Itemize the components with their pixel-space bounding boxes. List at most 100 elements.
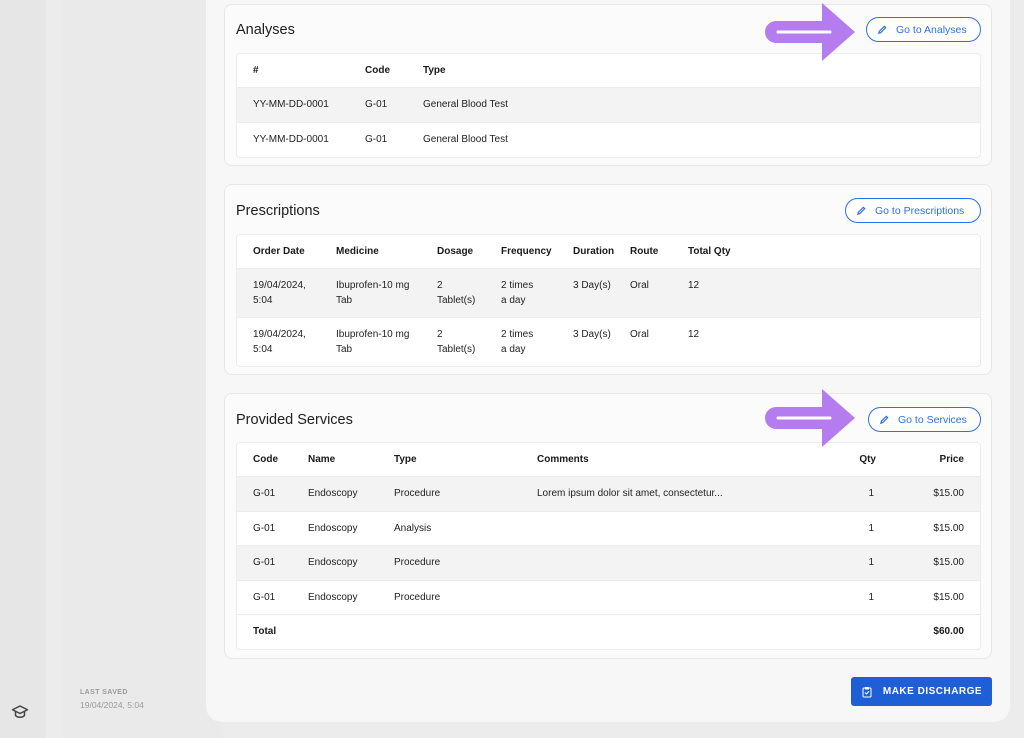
cell-frequency-line1: 2 times — [501, 280, 534, 291]
table-row[interactable]: G-01 Endoscopy Procedure 1 $15.00 — [237, 581, 980, 615]
cell-price: $15.00 — [933, 523, 964, 534]
table-row[interactable]: YY-MM-DD-0001 G-01 General Blood Test — [237, 88, 980, 123]
cell-order-date: 19/04/2024, 5:04 — [253, 279, 306, 308]
header-frequency: Frequency — [501, 246, 552, 257]
go-to-analyses-label: Go to Analyses — [896, 23, 967, 36]
cell-qty: 1 — [868, 557, 874, 568]
header-total-qty: Total Qty — [688, 246, 731, 257]
table-row[interactable]: 19/04/2024, 5:04 Ibuprofen-10 mg Tab 2 Tabl… — [237, 269, 980, 318]
cell-qty: 1 — [868, 488, 874, 499]
cell-type: Procedure — [394, 592, 441, 603]
table-row[interactable]: G-01 Endoscopy Procedure Lorem ipsum dol… — [237, 477, 980, 512]
cell-dosage: 2 Tablet(s) — [437, 328, 475, 357]
cell-name: Endoscopy — [308, 523, 358, 534]
services-section: Provided Services Go to Services Code Na… — [224, 393, 992, 659]
header-route: Route — [630, 246, 659, 257]
analyses-title: Analyses — [236, 22, 295, 38]
cell-name: Endoscopy — [308, 557, 358, 568]
cell-comments: Lorem ipsum dolor sit amet, consectetur.… — [537, 488, 723, 499]
cell-qty: 1 — [868, 592, 874, 603]
purple-arrow-icon — [765, 389, 855, 447]
cell-dosage-line1: 2 — [437, 280, 443, 291]
prescriptions-table: Order Date Medicine Dosage Frequency Dur… — [236, 234, 981, 367]
header-medicine: Medicine — [336, 246, 379, 257]
go-to-prescriptions-label: Go to Prescriptions — [875, 204, 965, 217]
cell-frequency-line1: 2 times — [501, 329, 534, 340]
pencil-icon — [857, 206, 866, 215]
last-saved-label: LAST SAVED — [80, 689, 128, 696]
header-code: Code — [365, 65, 390, 76]
header-id: # — [253, 65, 259, 76]
cell-dosage-line1: 2 — [437, 329, 443, 340]
cell-dosage-line2: Tablet(s) — [437, 294, 476, 306]
side-panel — [63, 0, 223, 738]
table-row[interactable]: YY-MM-DD-0001 G-01 General Blood Test — [237, 123, 980, 157]
graduation-cap-icon[interactable] — [11, 703, 29, 721]
cell-code: G-01 — [365, 134, 388, 145]
prescriptions-title: Prescriptions — [236, 203, 320, 219]
cell-qty: 1 — [868, 523, 874, 534]
header-comments: Comments — [537, 454, 589, 465]
table-header: # Code Type — [237, 54, 980, 88]
cell-code: G-01 — [365, 99, 388, 110]
cell-medicine-line1: Ibuprofen-10 mg — [336, 280, 410, 291]
cell-type: Procedure — [394, 557, 441, 568]
pencil-icon — [878, 25, 887, 34]
go-to-analyses-button[interactable]: Go to Analyses — [866, 17, 981, 42]
table-header: Code Name Type Comments Qty Price — [237, 443, 980, 477]
cell-medicine-line2: Tab — [336, 343, 353, 355]
table-header: Order Date Medicine Dosage Frequency Dur… — [237, 235, 980, 269]
cell-duration: 3 Day(s) — [573, 329, 611, 340]
cell-type: Analysis — [394, 523, 432, 534]
last-saved-value: 19/04/2024, 5:04 — [80, 700, 144, 710]
go-to-prescriptions-button[interactable]: Go to Prescriptions — [845, 198, 981, 223]
cell-code: G-01 — [253, 523, 276, 534]
cell-total-qty: 12 — [688, 329, 700, 340]
cell-name: Endoscopy — [308, 592, 358, 603]
cell-type: Procedure — [394, 488, 441, 499]
cell-order-date: 19/04/2024, 5:04 — [253, 328, 306, 357]
cell-frequency-line2: a day — [501, 343, 526, 355]
cell-name: Endoscopy — [308, 488, 358, 499]
cell-order-date-line1: 19/04/2024, — [253, 280, 306, 291]
cell-price: $15.00 — [933, 488, 964, 499]
analyses-section: Analyses Go to Analyses # Code Type YY-M… — [224, 4, 992, 166]
cell-price: $15.00 — [933, 557, 964, 568]
services-title: Provided Services — [236, 412, 353, 428]
cell-medicine: Ibuprofen-10 mg Tab — [336, 279, 409, 308]
cell-medicine-line2: Tab — [336, 294, 353, 306]
cell-order-date-line2: 5:04 — [253, 294, 273, 306]
cell-price: $15.00 — [933, 592, 964, 603]
cell-id: YY-MM-DD-0001 — [253, 99, 329, 110]
go-to-services-label: Go to Services — [898, 413, 967, 426]
cell-total-qty: 12 — [688, 280, 700, 291]
go-to-services-button[interactable]: Go to Services — [868, 407, 981, 432]
services-table: Code Name Type Comments Qty Price G-01 E… — [236, 442, 981, 650]
table-row[interactable]: G-01 Endoscopy Analysis 1 $15.00 — [237, 512, 980, 546]
table-row[interactable]: 19/04/2024, 5:04 Ibuprofen-10 mg Tab 2 Tabl… — [237, 318, 980, 366]
header-qty: Qty — [859, 454, 876, 465]
header-name: Name — [308, 454, 336, 465]
table-row[interactable]: G-01 Endoscopy Procedure 1 $15.00 — [237, 546, 980, 581]
header-type: Type — [394, 454, 417, 465]
cell-id: YY-MM-DD-0001 — [253, 134, 329, 145]
cell-route: Oral — [630, 329, 649, 340]
cell-dosage-line2: Tablet(s) — [437, 343, 476, 355]
purple-arrow-icon — [765, 3, 855, 61]
prescriptions-section: Prescriptions Go to Prescriptions Order … — [224, 184, 992, 375]
cell-order-date-line1: 19/04/2024, — [253, 329, 306, 340]
cell-duration: 3 Day(s) — [573, 280, 611, 291]
cell-order-date-line2: 5:04 — [253, 343, 273, 355]
cell-medicine: Ibuprofen-10 mg Tab — [336, 328, 409, 357]
total-label: Total — [253, 626, 277, 637]
cell-code: G-01 — [253, 488, 276, 499]
cell-code: G-01 — [253, 592, 276, 603]
cell-medicine-line1: Ibuprofen-10 mg — [336, 329, 410, 340]
total-row: Total $60.00 — [237, 615, 980, 649]
make-discharge-button[interactable]: MAKE DISCHARGE — [851, 677, 992, 706]
cell-code: G-01 — [253, 557, 276, 568]
header-dosage: Dosage — [437, 246, 474, 257]
clipboard-check-icon — [862, 686, 872, 697]
analyses-table: # Code Type YY-MM-DD-0001 G-01 General B… — [236, 53, 981, 158]
header-duration: Duration — [573, 246, 615, 257]
